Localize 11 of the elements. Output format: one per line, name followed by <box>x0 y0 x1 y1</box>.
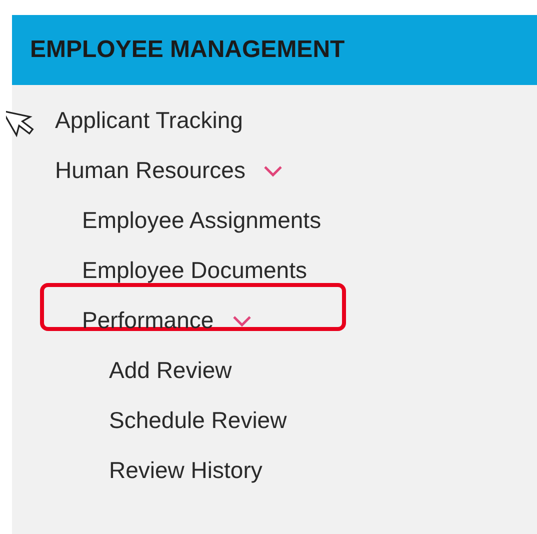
chevron-icon[interactable] <box>263 165 284 177</box>
menu-item[interactable]: Employee Assignments <box>82 206 322 234</box>
menu-item[interactable]: Review History <box>109 456 262 484</box>
menu-item[interactable]: Applicant Tracking <box>55 106 243 134</box>
menu-item[interactable]: Add Review <box>109 356 232 384</box>
menu-item[interactable]: Schedule Review <box>109 406 287 434</box>
chevron-icon[interactable] <box>232 315 252 327</box>
menu-item[interactable]: Human Resources <box>55 156 246 184</box>
menu-item[interactable]: Employee Documents <box>82 256 307 284</box>
menu-item[interactable]: Performance <box>82 306 214 334</box>
sidebar-title: EMPLOYEE MANAGEMENT <box>30 36 345 64</box>
